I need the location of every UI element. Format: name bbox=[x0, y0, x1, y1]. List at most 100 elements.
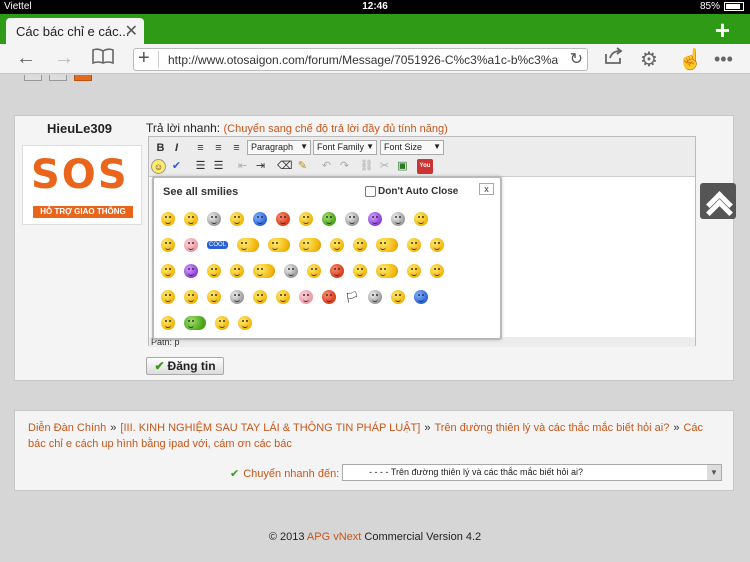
smiley-icon[interactable] bbox=[368, 212, 382, 226]
align-left-icon[interactable]: ≡ bbox=[193, 141, 208, 156]
align-right-icon[interactable]: ≡ bbox=[229, 141, 244, 156]
quick-jump-select[interactable]: - - - - Trên đường thiên lý và các thắc … bbox=[342, 464, 722, 481]
smiley-icon[interactable] bbox=[391, 212, 405, 226]
smiley-icon[interactable] bbox=[276, 212, 290, 226]
smiley-icon[interactable] bbox=[184, 264, 198, 278]
smiley-icon[interactable] bbox=[161, 264, 175, 278]
back-arrow-icon[interactable]: ← bbox=[16, 47, 36, 70]
smiley-icon[interactable] bbox=[230, 264, 244, 278]
italic-icon[interactable]: I bbox=[169, 141, 184, 156]
smiley-icon[interactable] bbox=[414, 212, 428, 226]
forward-arrow-icon[interactable]: → bbox=[54, 47, 74, 70]
smiley-icon[interactable] bbox=[184, 290, 198, 304]
redo-icon[interactable]: ↷ bbox=[337, 159, 352, 174]
smiley-icon[interactable] bbox=[253, 290, 267, 304]
smiley-icon[interactable] bbox=[268, 238, 291, 252]
smiley-icon[interactable] bbox=[322, 290, 336, 304]
smiley-icon[interactable] bbox=[184, 238, 198, 252]
smiley-icon[interactable] bbox=[237, 238, 260, 252]
cleanup-icon[interactable]: ✎ bbox=[295, 159, 310, 174]
smiley-icon[interactable] bbox=[407, 238, 422, 252]
auto-close-checkbox[interactable] bbox=[365, 186, 376, 197]
smiley-icon[interactable] bbox=[253, 212, 267, 226]
outdent-icon[interactable]: ⇤ bbox=[235, 159, 250, 174]
smiley-icon[interactable] bbox=[353, 238, 368, 252]
submit-button[interactable]: ✔ Đăng tin bbox=[146, 357, 224, 375]
unlink-icon[interactable]: ✂ bbox=[377, 159, 392, 174]
smiley-icon[interactable] bbox=[345, 212, 359, 226]
smiley-icon[interactable] bbox=[390, 290, 405, 304]
smiley-icon[interactable] bbox=[330, 264, 344, 278]
auto-close-toggle[interactable]: Don't Auto Close bbox=[365, 186, 458, 197]
smiley-icon[interactable] bbox=[230, 212, 244, 226]
bullet-list-icon[interactable]: ☰ bbox=[193, 159, 208, 174]
browser-tab[interactable]: Các bác chỉ e các... ✕ bbox=[6, 18, 144, 44]
smiley-icon[interactable] bbox=[161, 316, 175, 330]
smiley-icon[interactable] bbox=[322, 212, 336, 226]
smiley-icon[interactable] bbox=[299, 290, 313, 304]
undo-icon[interactable]: ↶ bbox=[319, 159, 334, 174]
smiley-icon[interactable] bbox=[253, 264, 275, 278]
more-icon[interactable]: ••• bbox=[714, 49, 733, 70]
numbered-list-icon[interactable]: ☰ bbox=[211, 159, 226, 174]
image-icon[interactable]: ▣ bbox=[395, 159, 410, 174]
indent-icon[interactable]: ⇥ bbox=[253, 159, 268, 174]
smiley-icon[interactable]: ☺ bbox=[151, 159, 166, 174]
breadcrumb-item[interactable]: Trên đường thiên lý và các thắc mắc biết… bbox=[434, 422, 669, 434]
share-icon[interactable] bbox=[604, 47, 624, 71]
smiley-icon[interactable] bbox=[207, 290, 221, 304]
smiley-icon[interactable] bbox=[413, 290, 428, 304]
smiley-icon[interactable] bbox=[238, 316, 252, 330]
youtube-icon[interactable]: You Tube bbox=[417, 159, 433, 184]
footer-link[interactable]: APG vNext bbox=[307, 531, 361, 543]
breadcrumb-item[interactable]: Diễn Đàn Chính bbox=[28, 422, 106, 434]
smiley-icon[interactable] bbox=[230, 290, 244, 304]
smiley-icon[interactable] bbox=[299, 212, 313, 226]
switch-mode-link[interactable]: (Chuyển sang chế độ trả lời đầy đủ tính … bbox=[223, 123, 447, 135]
username[interactable]: HieuLe309 bbox=[47, 121, 112, 136]
bookmarks-icon[interactable] bbox=[92, 47, 114, 71]
spellcheck-icon[interactable]: ✔ bbox=[169, 159, 184, 174]
link-icon[interactable]: ⛓ bbox=[359, 159, 374, 174]
smiley-icon[interactable] bbox=[430, 264, 444, 278]
smiley-icon[interactable] bbox=[161, 212, 175, 226]
bold-icon[interactable]: B bbox=[153, 141, 168, 156]
smiley-icon[interactable] bbox=[276, 290, 290, 304]
see-all-smilies-link[interactable]: See all smilies bbox=[163, 186, 238, 198]
breadcrumb-item[interactable]: [III. KINH NGHIỆM SAU TAY LÁI & THÔNG TI… bbox=[120, 422, 420, 434]
smiley-icon[interactable] bbox=[353, 264, 367, 278]
smiley-icon[interactable] bbox=[207, 264, 221, 278]
reload-icon[interactable]: ↻ bbox=[570, 49, 583, 69]
hand-pointer-icon[interactable]: ☝ bbox=[678, 47, 703, 72]
smiley-icon[interactable] bbox=[330, 238, 345, 252]
font-family-select[interactable]: Font Family ▼ bbox=[313, 140, 377, 155]
smiley-icon[interactable] bbox=[367, 290, 382, 304]
smiley-icon[interactable] bbox=[376, 264, 398, 278]
pager-button[interactable] bbox=[49, 75, 68, 82]
font-size-select[interactable]: Font Size ▼ bbox=[380, 140, 444, 155]
add-bookmark-icon[interactable]: + bbox=[138, 49, 150, 70]
close-button[interactable]: x bbox=[479, 183, 494, 195]
align-center-icon[interactable]: ≡ bbox=[211, 141, 226, 156]
pager-button[interactable] bbox=[24, 75, 42, 82]
smiley-icon[interactable] bbox=[184, 316, 206, 330]
smiley-icon[interactable] bbox=[299, 238, 322, 252]
smiley-icon[interactable] bbox=[430, 238, 445, 252]
flag-icon[interactable]: 🏳 bbox=[345, 291, 359, 304]
smiley-icon[interactable] bbox=[184, 212, 198, 226]
cool-smiley-icon[interactable]: COOL bbox=[207, 241, 229, 249]
smiley-icon[interactable] bbox=[376, 238, 399, 252]
smiley-icon[interactable] bbox=[161, 290, 175, 304]
smiley-icon[interactable] bbox=[207, 212, 221, 226]
smiley-icon[interactable] bbox=[161, 238, 175, 252]
smiley-icon[interactable] bbox=[284, 264, 298, 278]
eraser-icon[interactable]: ⌫ bbox=[277, 159, 293, 174]
smiley-icon[interactable] bbox=[215, 316, 229, 330]
format-select[interactable]: Paragraph ▼ bbox=[247, 140, 311, 155]
gear-icon[interactable]: ⚙ bbox=[640, 47, 658, 72]
pager-button-active[interactable] bbox=[74, 75, 93, 82]
close-icon[interactable]: ✕ bbox=[125, 21, 138, 41]
smiley-icon[interactable] bbox=[307, 264, 321, 278]
address-bar[interactable]: + http://www.otosaigon.com/forum/Message… bbox=[133, 48, 588, 71]
smiley-icon[interactable] bbox=[407, 264, 421, 278]
